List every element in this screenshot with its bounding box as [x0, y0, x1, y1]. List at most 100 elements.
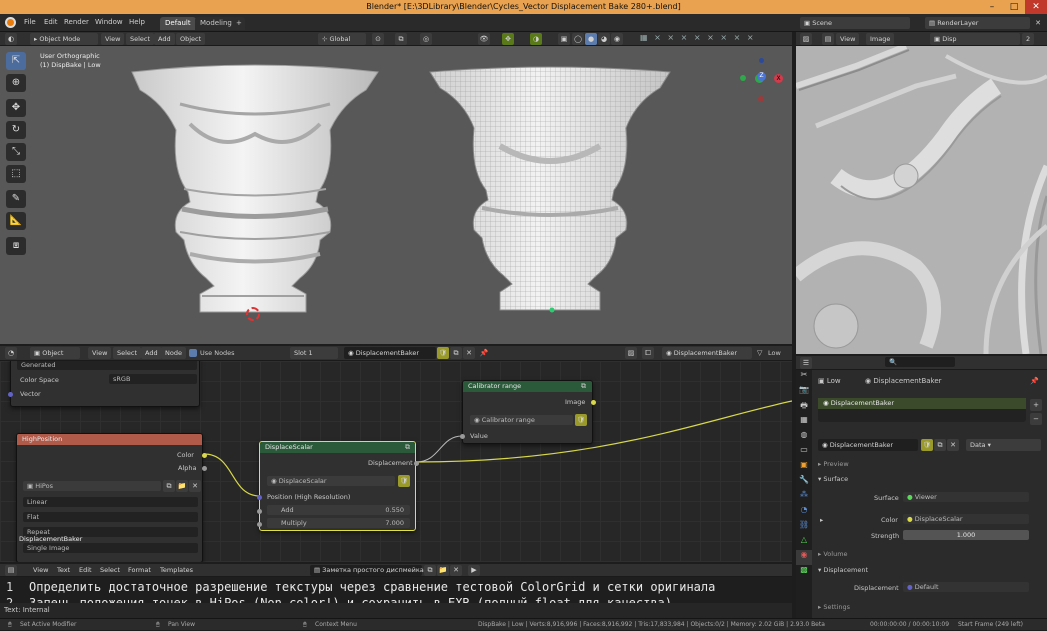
viewport-menu-select[interactable]: Select [126, 33, 155, 45]
menu-edit[interactable]: Edit [44, 18, 58, 26]
viewlayer-selector[interactable]: ▤ RenderLayer [925, 17, 1030, 29]
section-volume[interactable]: ▸ Volume [818, 550, 848, 558]
value-input-socket[interactable] [460, 434, 465, 439]
viewport-extra-toggles[interactable]: ▦ ⨯ ⨯ ⨯ ⨯ ⨯ ⨯ ⨯ ⨯ [640, 33, 790, 45]
snap-icon[interactable]: ⧉ [395, 33, 407, 45]
snap-node-icon[interactable]: ⧠ [642, 347, 654, 359]
editor-type-node-icon[interactable]: ◔ [5, 347, 17, 359]
calibrator-range-node[interactable]: Calibrator range ⧉ Image ◉ Calibrator ra… [460, 380, 596, 444]
object-tab-icon[interactable]: ▣ [796, 460, 812, 475]
cursor-tool-icon[interactable]: ⊕ [6, 74, 26, 92]
texture-coordinate-node[interactable]: Generated Color Space sRGB Vector [8, 361, 200, 407]
image-unlink-icon[interactable]: ✕ [189, 480, 201, 492]
text-menu-format[interactable]: Format [124, 565, 155, 576]
displacescalar-node[interactable]: DisplaceScalar ⧉ Displacement ◉ Displace… [257, 441, 419, 531]
material-slot-item[interactable]: ◉ DisplacementBaker [818, 398, 1026, 409]
text-menu-select[interactable]: Select [96, 565, 124, 576]
color-input-field[interactable]: ● DisplaceScalar [903, 514, 1029, 524]
add-cube-tool-icon[interactable]: ⧆ [6, 237, 26, 255]
tool-tab-icon[interactable]: ✂ [796, 370, 812, 385]
shading-solid-icon[interactable]: ● [585, 33, 597, 45]
run-script-icon[interactable]: ▶ [468, 565, 480, 576]
strength-field[interactable]: 1.000 [903, 530, 1029, 540]
properties-unlink-icon[interactable]: ✕ [947, 439, 959, 451]
remove-viewlayer-icon[interactable]: ✕ [1032, 17, 1044, 29]
group-node-icon[interactable]: ⧉ [405, 443, 410, 452]
blender-logo-icon[interactable] [5, 17, 16, 28]
minimize-icon[interactable]: – [981, 0, 1003, 14]
color-space-dropdown[interactable]: sRGB [109, 374, 197, 384]
section-displacement[interactable]: ▾ Displacement [818, 566, 868, 574]
link-data-dropdown[interactable]: Data ▾ [966, 439, 1041, 451]
collection-tab-icon[interactable]: ▭ [796, 445, 812, 460]
text-unlink-icon[interactable]: ✕ [450, 565, 462, 576]
rotate-tool-icon[interactable]: ↻ [6, 121, 26, 139]
proportional-edit-icon[interactable]: ◎ [420, 33, 432, 45]
displace-group-fake-user-icon[interactable]: 🛡 [398, 475, 410, 487]
image-open-icon[interactable]: 📁 [176, 480, 188, 492]
material-tab-icon[interactable]: ◉ [796, 550, 812, 565]
xray-icon[interactable]: ▣ [558, 33, 570, 45]
physics-tab-icon[interactable]: ◔ [796, 505, 812, 520]
calibrator-group-icon[interactable]: ⧉ [581, 382, 586, 391]
menu-window[interactable]: Window [95, 18, 123, 26]
text-duplicate-icon[interactable]: ⧉ [424, 565, 436, 576]
image-fake-user-icon[interactable]: ⧉ [163, 480, 175, 492]
close-icon[interactable]: ✕ [1025, 0, 1047, 14]
text-file-selector[interactable]: ▤ Заметка простого диспмейка [310, 565, 424, 576]
add-input-socket[interactable] [257, 509, 262, 514]
mode-dropdown[interactable]: ▸ Object Mode [30, 33, 98, 45]
shading-material-icon[interactable]: ◕ [598, 33, 610, 45]
scale-tool-icon[interactable]: ⤡ [6, 143, 26, 161]
section-preview[interactable]: ▸ Preview [818, 460, 849, 468]
material-slot-list[interactable]: ◉ DisplacementBaker [818, 398, 1026, 422]
view-layer-tab-icon[interactable]: ▦ [796, 415, 812, 430]
position-input-socket[interactable] [257, 495, 262, 500]
material-selector[interactable]: ◉ DisplacementBaker [344, 347, 436, 359]
node-menu-node[interactable]: Node [161, 347, 186, 359]
scene-selector[interactable]: ▣ Scene [800, 17, 910, 29]
gizmo-toggle-icon[interactable]: ✥ [502, 33, 514, 45]
image-datablock[interactable]: ▣ HiPos [23, 481, 161, 491]
material-selector-2[interactable]: ◉ DisplacementBaker [662, 347, 752, 359]
properties-fake-user-icon[interactable]: 🛡 [921, 439, 933, 451]
orientation-dropdown[interactable]: ⊹ Global [318, 33, 366, 45]
editor-type-properties-icon[interactable]: ☰ [800, 357, 812, 369]
viewport-menu-view[interactable]: View [101, 33, 125, 45]
use-nodes-checkbox[interactable] [189, 349, 197, 357]
low-poly-wire-vase[interactable] [420, 66, 680, 326]
menu-help[interactable]: Help [129, 18, 145, 26]
menu-render[interactable]: Render [64, 18, 89, 26]
select-tool-icon[interactable]: ⇱ [6, 52, 26, 70]
properties-duplicate-icon[interactable]: ⧉ [934, 439, 946, 451]
fake-user-icon[interactable]: 🛡 [437, 347, 449, 359]
image-output-socket[interactable] [591, 400, 596, 405]
color-expand-icon[interactable]: ▸ [820, 516, 823, 524]
texcoord-output-field[interactable]: Generated [17, 361, 197, 370]
overlay-toggle-icon[interactable]: ◑ [530, 33, 542, 45]
text-menu-edit[interactable]: Edit [75, 565, 96, 576]
image-menu-image[interactable]: Image [866, 33, 895, 45]
displacement-input-field[interactable]: ● Default [903, 582, 1029, 592]
modifier-tab-icon[interactable]: 🔧 [796, 475, 812, 490]
particles-tab-icon[interactable]: ⁂ [796, 490, 812, 505]
calibrator-fake-user-icon[interactable]: 🛡 [575, 414, 587, 426]
calibrator-group-selector[interactable]: ◉ Calibrator range [470, 415, 573, 425]
image-selector[interactable]: ▣ Disp [930, 33, 1020, 45]
editor-type-3d-icon[interactable]: ◐ [5, 33, 17, 45]
node-menu-select[interactable]: Select [113, 347, 142, 359]
editor-type-image-icon[interactable]: ▨ [800, 33, 812, 45]
multiply-input-socket[interactable] [257, 522, 262, 527]
text-menu-text[interactable]: Text [53, 565, 74, 576]
shader-type-dropdown[interactable]: ▣ Object [30, 347, 80, 359]
gizmo-x-neg-icon[interactable] [740, 75, 746, 81]
high-poly-vase[interactable] [120, 64, 390, 326]
maximize-icon[interactable]: □ [1003, 0, 1025, 14]
multiply-field[interactable]: Multiply 7.000 [267, 518, 410, 528]
3d-cursor-icon[interactable] [246, 307, 260, 321]
color-output-socket[interactable] [202, 453, 207, 458]
vector-socket[interactable] [8, 392, 13, 397]
node-menu-add[interactable]: Add [141, 347, 162, 359]
unlink-material-icon[interactable]: ✕ [463, 347, 475, 359]
gizmo-z-neg-icon[interactable] [758, 96, 764, 102]
